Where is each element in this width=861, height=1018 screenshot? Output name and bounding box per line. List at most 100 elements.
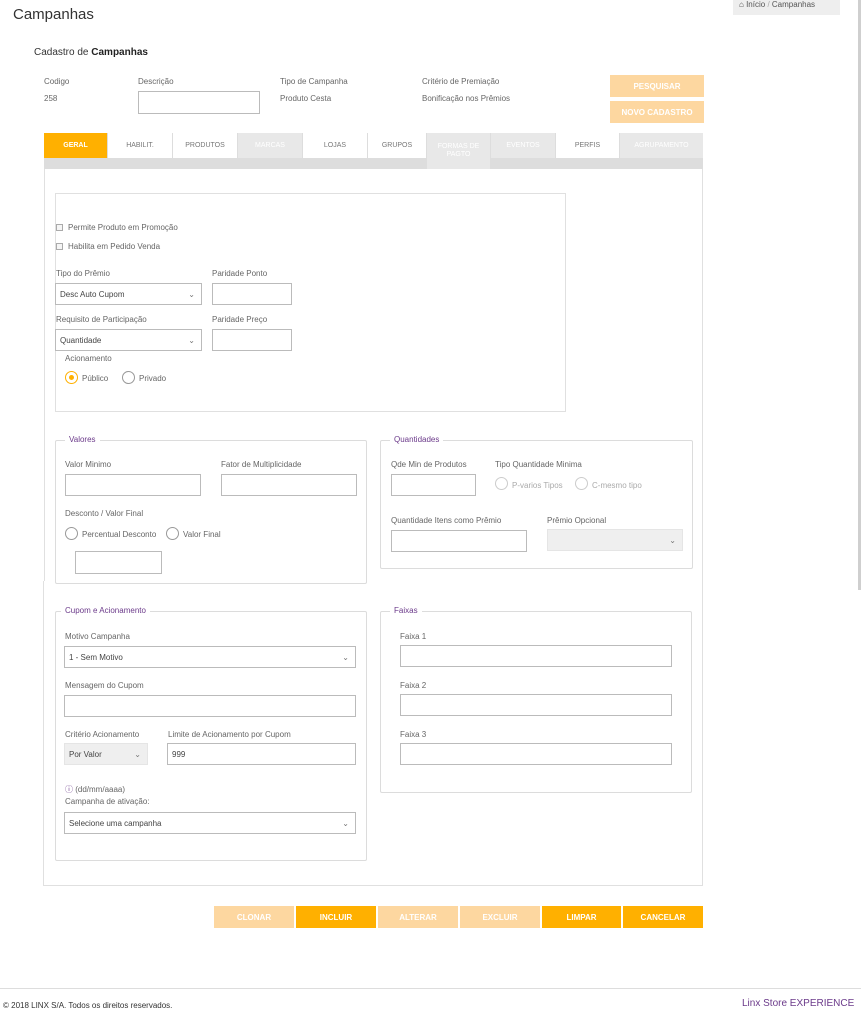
requisito-label: Requisito de Participação <box>56 315 147 324</box>
valor-final-label: Valor Final <box>183 530 221 539</box>
permite-promocao-label: Permite Produto em Promoção <box>68 223 178 232</box>
mensagem-input[interactable] <box>64 695 356 717</box>
date-hint: ⓘ (dd/mm/aaaa) <box>65 784 125 795</box>
requisito-select[interactable]: Quantidade ⌄ <box>55 329 202 351</box>
mensagem-label: Mensagem do Cupom <box>65 681 144 690</box>
paridade-preco-input[interactable] <box>212 329 292 351</box>
limite-label: Limite de Acionamento por Cupom <box>168 730 291 739</box>
tab-bar: GERAL HABILIT. PRODUTOS MARCAS LOJAS GRU… <box>44 133 703 169</box>
tipo-premio-select[interactable]: Desc Auto Cupom ⌄ <box>55 283 202 305</box>
publico-label: Público <box>82 374 109 383</box>
tab-eventos[interactable]: EVENTOS <box>491 133 555 158</box>
fator-label: Fator de Multiplicidade <box>221 460 302 469</box>
date-hint-text: (dd/mm/aaaa) <box>75 785 126 794</box>
tipo-campanha-label: Tipo de Campanha <box>280 77 348 86</box>
habilita-pedido-checkbox[interactable] <box>56 243 63 250</box>
privado-radio[interactable] <box>122 371 135 384</box>
alterar-button[interactable]: ALTERAR <box>378 906 458 928</box>
premio-opcional-select[interactable]: ⌄ <box>547 529 683 551</box>
faixas-legend: Faixas <box>390 606 422 615</box>
breadcrumb-separator: / <box>767 0 770 9</box>
tab-produtos[interactable]: PRODUTOS <box>173 133 237 158</box>
motivo-value: 1 - Sem Motivo <box>69 652 123 662</box>
qtd-itens-label: Quantidade Itens como Prêmio <box>391 516 502 525</box>
criterio-premiacao-value: Bonificação nos Prêmios <box>422 94 511 103</box>
percentual-label: Percentual Desconto <box>82 530 157 539</box>
frame-left-upper <box>44 169 45 581</box>
limpar-button[interactable]: LIMPAR <box>542 906 621 928</box>
limite-value: 999 <box>172 749 186 759</box>
tab-geral[interactable]: GERAL <box>44 133 107 158</box>
codigo-value: 258 <box>44 94 58 103</box>
faixa3-input[interactable] <box>400 743 672 765</box>
tab-marcas[interactable]: MARCAS <box>238 133 302 158</box>
copyright: © 2018 LINX S/A. Todos os direitos reser… <box>3 1001 173 1010</box>
codigo-label: Codigo <box>44 77 70 86</box>
desconto-label: Desconto / Valor Final <box>65 509 144 518</box>
chevron-down-icon: ⌄ <box>669 535 676 545</box>
faixa2-label: Faixa 2 <box>400 681 427 690</box>
criterio-acionamento-value: Por Valor <box>69 749 102 759</box>
paridade-preco-label: Paridade Preço <box>212 315 268 324</box>
permite-promocao-checkbox[interactable] <box>56 224 63 231</box>
frame-left-lower <box>43 581 44 886</box>
habilita-pedido-label: Habilita em Pedido Venda <box>68 242 161 251</box>
ativacao-select[interactable]: Selecione uma campanha ⌄ <box>64 812 356 834</box>
quantidades-legend: Quantidades <box>390 435 444 444</box>
form-title-prefix: Cadastro de <box>34 47 89 58</box>
requisito-value: Quantidade <box>60 335 102 345</box>
desconto-input[interactable] <box>75 551 162 574</box>
cancelar-button[interactable]: CANCELAR <box>623 906 703 928</box>
tab-lojas[interactable]: LOJAS <box>303 133 367 158</box>
c-mesmo-radio[interactable] <box>575 477 588 490</box>
faixa2-input[interactable] <box>400 694 672 716</box>
p-varios-radio[interactable] <box>495 477 508 490</box>
descricao-input[interactable] <box>138 91 260 114</box>
faixa1-input[interactable] <box>400 645 672 667</box>
faixa1-label: Faixa 1 <box>400 632 427 641</box>
motivo-select[interactable]: 1 - Sem Motivo ⌄ <box>64 646 356 668</box>
qde-min-label: Qde Min de Produtos <box>391 460 467 469</box>
descricao-label: Descrição <box>138 77 174 86</box>
qtd-itens-input[interactable] <box>391 530 527 552</box>
chevron-down-icon: ⌄ <box>188 335 195 345</box>
valor-minimo-label: Valor Minimo <box>65 460 112 469</box>
tipo-premio-value: Desc Auto Cupom <box>60 289 125 299</box>
frame-bottom <box>43 885 703 886</box>
tab-grupos[interactable]: GRUPOS <box>368 133 426 158</box>
valor-minimo-input[interactable] <box>65 474 201 496</box>
chevron-down-icon: ⌄ <box>342 652 349 662</box>
criterio-premiacao-label: Critério de Premiação <box>422 77 500 86</box>
percentual-radio[interactable] <box>65 527 78 540</box>
faixa3-label: Faixa 3 <box>400 730 427 739</box>
fator-input[interactable] <box>221 474 357 496</box>
limite-input[interactable]: 999 <box>167 743 356 765</box>
paridade-ponto-input[interactable] <box>212 283 292 305</box>
tipo-qtd-label: Tipo Quantidade Minima <box>495 460 582 469</box>
tipo-premio-label: Tipo do Prêmio <box>56 269 110 278</box>
acionamento-label: Acionamento <box>65 354 112 363</box>
criterio-acionamento-select[interactable]: Por Valor ⌄ <box>64 743 148 765</box>
incluir-button[interactable]: INCLUIR <box>296 906 376 928</box>
clonar-button[interactable]: CLONAR <box>214 906 294 928</box>
qde-min-input[interactable] <box>391 474 476 496</box>
breadcrumb-current: Campanhas <box>771 0 816 9</box>
ativacao-value: Selecione uma campanha <box>69 818 162 828</box>
home-icon[interactable]: ⌂ <box>739 0 744 9</box>
novo-cadastro-button[interactable]: NOVO CADASTRO <box>610 101 704 123</box>
form-title: Cadastro de Campanhas <box>34 47 148 58</box>
footer-divider <box>0 988 861 989</box>
chevron-down-icon: ⌄ <box>134 749 141 759</box>
p-varios-label: P-varios Tipos <box>512 481 563 490</box>
valor-final-radio[interactable] <box>166 527 179 540</box>
excluir-button[interactable]: EXCLUIR <box>460 906 540 928</box>
publico-radio[interactable] <box>65 371 78 384</box>
breadcrumb-home[interactable]: Início <box>746 0 765 9</box>
tab-habilit[interactable]: HABILIT. <box>108 133 172 158</box>
ativacao-label: Campanha de ativação: <box>65 797 150 806</box>
valores-legend: Valores <box>65 435 100 444</box>
tab-perfis[interactable]: PERFIS <box>556 133 619 158</box>
tab-formas-pagto[interactable]: FORMAS DE PAGTO <box>427 133 490 169</box>
pesquisar-button[interactable]: PESQUISAR <box>610 75 704 97</box>
tab-agrupamento[interactable]: AGRUPAMENTO <box>620 133 703 158</box>
